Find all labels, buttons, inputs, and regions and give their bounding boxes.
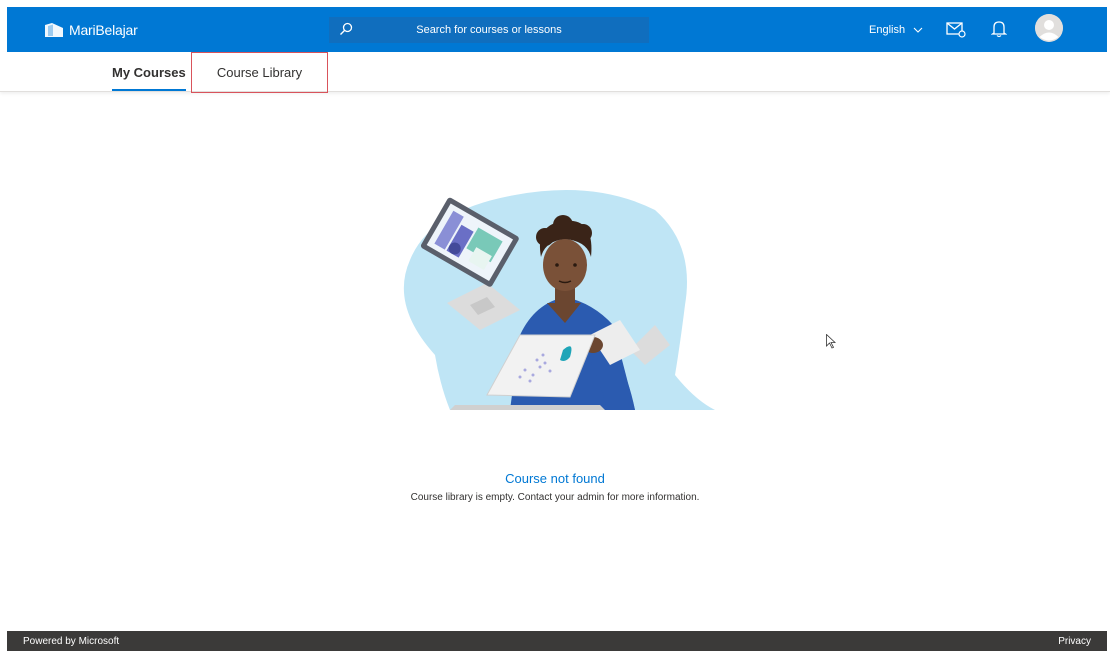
person-icon [1035,14,1063,42]
top-bar: MariBelajar Search for courses or lesson… [7,7,1107,52]
chevron-down-icon [913,27,923,33]
course-tabs: My Courses Course Library [0,52,1110,93]
tab-course-library[interactable]: Course Library [191,52,328,93]
brand[interactable]: MariBelajar [45,7,138,52]
user-avatar-icon[interactable] [1035,14,1063,42]
search-box[interactable]: Search for courses or lessons [329,17,649,43]
tab-my-courses-label: My Courses [112,64,186,80]
language-selector[interactable]: English [869,7,923,52]
brand-name: MariBelajar [69,21,138,38]
search-input[interactable]: Search for courses or lessons [329,24,649,36]
privacy-link[interactable]: Privacy [1058,636,1091,647]
powered-by-link[interactable]: Powered by Microsoft [23,636,119,647]
mouse-cursor-icon [826,334,836,349]
empty-state-title: Course not found [505,471,605,486]
mail-settings-icon[interactable] [946,21,966,38]
language-label: English [869,23,906,36]
empty-state-message: Course library is empty. Contact your ad… [410,492,700,503]
search-icon [340,22,353,35]
tab-course-library-label: Course Library [216,65,303,80]
tab-my-courses[interactable]: My Courses [112,52,186,92]
empty-state-illustration [403,190,715,410]
footer: Powered by Microsoft Privacy [7,631,1107,651]
bell-icon[interactable] [991,20,1007,38]
brand-logo-icon [45,22,63,37]
